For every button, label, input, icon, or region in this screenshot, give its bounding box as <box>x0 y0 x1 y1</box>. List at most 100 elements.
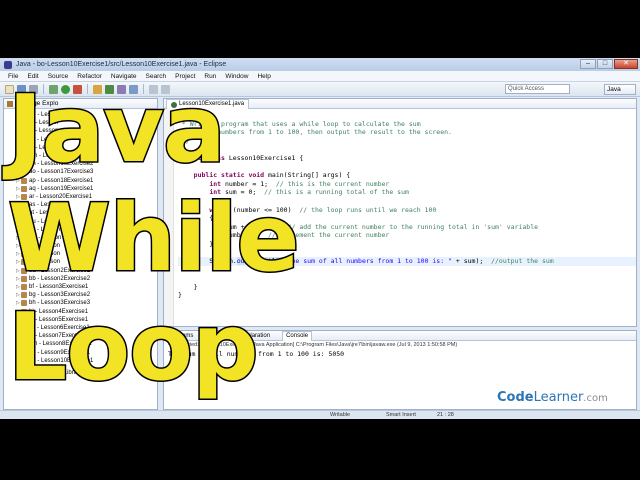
tree-item[interactable]: ▷ au - Lesson <box>16 217 157 225</box>
tree-item[interactable]: ▷ ak - Lesson <box>16 136 157 144</box>
project-folder-icon <box>21 300 27 307</box>
menu-source[interactable]: Source <box>48 73 69 80</box>
new-class-icon[interactable] <box>105 84 114 94</box>
tree-item[interactable]: ▷ ba - Lesson2Exercise1 <box>16 267 157 275</box>
tree-item[interactable]: ▷ am - Lesson <box>16 152 157 160</box>
save-icon[interactable] <box>17 84 26 94</box>
maximize-button[interactable]: □ <box>597 59 613 69</box>
code-line[interactable]: } <box>178 291 636 300</box>
code-line[interactable]: * Write a program that uses a while loop… <box>178 120 636 129</box>
code-line[interactable] <box>178 249 636 258</box>
menu-file[interactable]: File <box>8 73 18 80</box>
tree-item[interactable]: ▷ an - Lesson16Exercise2 <box>16 160 157 168</box>
code-line[interactable] <box>178 266 636 275</box>
menu-run[interactable]: Run <box>204 73 216 80</box>
menu-search[interactable]: Search <box>146 73 167 80</box>
menu-refactor[interactable]: Refactor <box>77 73 102 80</box>
tree-item[interactable]: ▷ aq - Lesson19Exercise1 <box>16 185 157 193</box>
menu-project[interactable]: Project <box>175 73 195 80</box>
tree-item[interactable]: ▷ al - Lesson <box>16 144 157 152</box>
code-line[interactable]: } <box>178 240 636 249</box>
tree-item[interactable]: ▷ ah - Lesson <box>16 111 157 119</box>
code-line[interactable]: sum += number; // add the current number… <box>178 223 636 232</box>
code-line[interactable]: * of the numbers from 1 to 100, then out… <box>178 128 636 137</box>
code-line[interactable] <box>178 274 636 283</box>
tree-item[interactable]: ▷ bg - Lesson3Exercise2 <box>16 291 157 299</box>
tree-item[interactable]: ▷ ax - Lesson <box>16 242 157 250</box>
tree-item[interactable]: ▷ ao - Lesson17Exercise3 <box>16 168 157 176</box>
tree-item[interactable]: ▷ av - Lesson <box>16 226 157 234</box>
package-explorer-tab[interactable]: Package Explo <box>4 99 157 109</box>
editor-tab[interactable]: Lesson10Exercise1.java <box>166 99 250 109</box>
open-type-icon[interactable] <box>117 84 126 94</box>
code-line[interactable]: public class Lesson10Exercise1 { <box>178 154 636 163</box>
tree-item[interactable]: ▷ ay - Lesson <box>16 250 157 258</box>
tree-item[interactable]: ▷ bj - Lesson5Exercise1 <box>16 316 157 324</box>
code-line[interactable]: number++; // increment the current numbe… <box>178 231 636 240</box>
console-output[interactable]: The sum of all numbers from 1 to 100 is:… <box>164 350 636 359</box>
tree-item[interactable]: ▷ bo - Lesson10Exercise1 <box>16 357 157 365</box>
eclipse-icon <box>4 60 12 69</box>
code-line[interactable]: System.out.println("The sum of all numbe… <box>178 257 636 266</box>
code-line[interactable] <box>178 163 636 172</box>
code-line[interactable]: int number = 1; // this is the current n… <box>178 180 636 189</box>
source-code[interactable]: /* * Write a program that uses a while l… <box>178 111 636 300</box>
code-token: out <box>236 257 249 266</box>
tab-declaration[interactable]: Declaration <box>240 333 270 339</box>
minimize-button[interactable]: – <box>580 59 596 69</box>
tab-console[interactable]: Console <box>282 331 313 341</box>
menu-help[interactable]: Help <box>257 73 270 80</box>
menu-navigate[interactable]: Navigate <box>111 73 137 80</box>
tree-item[interactable]: ▷ aw - Lesson <box>16 234 157 242</box>
tab-javadoc[interactable]: Javadoc <box>205 333 227 339</box>
menu-window[interactable]: Window <box>225 73 248 80</box>
menu-bar: File Edit Source Refactor Navigate Search Proj… <box>0 71 640 82</box>
java-perspective-button[interactable]: Java <box>604 84 636 95</box>
debug-icon[interactable] <box>49 84 58 94</box>
tree-item[interactable]: ▷ bi - Lesson4Exercise1 <box>16 308 157 316</box>
code-token: while <box>209 205 233 214</box>
new-package-icon[interactable] <box>93 84 102 94</box>
external-tools-icon[interactable] <box>73 84 82 94</box>
search-icon[interactable] <box>129 84 138 94</box>
quick-access-input[interactable]: Quick Access <box>505 84 570 94</box>
tree-item[interactable]: ▷ as - Lesson <box>16 201 157 209</box>
editor-body[interactable]: /* * Write a program that uses a while l… <box>164 109 636 326</box>
tree-item[interactable]: ▷ ap - Lesson18Exercise1 <box>16 177 157 185</box>
code-line[interactable]: public static void main(String[] args) { <box>178 171 636 180</box>
tab-problems[interactable]: Problems <box>168 333 193 339</box>
tree-item[interactable]: ▷ at - Lesson <box>16 209 157 217</box>
back-icon[interactable] <box>149 84 158 94</box>
tree-item[interactable]: ▷ az - Lesson <box>16 258 157 266</box>
project-folder-icon <box>21 128 27 135</box>
code-line[interactable] <box>178 145 636 154</box>
menu-edit[interactable]: Edit <box>27 73 38 80</box>
tree-item[interactable]: ▷ bb - Lesson2Exercise2 <box>16 275 157 283</box>
tree-item[interactable]: ▷ bh - Lesson3Exercise3 <box>16 299 157 307</box>
new-icon[interactable] <box>5 84 14 94</box>
code-line[interactable]: while (number <= 100) // the loop runs u… <box>178 205 636 215</box>
code-line[interactable]: { <box>178 214 636 223</box>
jre-library-item[interactable]: ▷ JRE System Library [JavaSE-1.7] <box>16 369 157 377</box>
tree-item[interactable]: ▷ bn - Lesson9Exercise1 <box>16 348 157 356</box>
project-folder-icon <box>21 275 27 282</box>
tree-item[interactable]: ▷ ai - Lesson <box>16 119 157 127</box>
tree-item[interactable]: ▷ bm - Lesson8Exercise1 <box>16 340 157 348</box>
tree-item[interactable]: ▷ aj - Lesson <box>16 127 157 135</box>
close-button[interactable]: ✕ <box>614 59 638 69</box>
tree-item[interactable]: ▷ ar - Lesson20Exercise1 <box>16 193 157 201</box>
tree-item[interactable]: ▷ bf - Lesson3Exercise1 <box>16 283 157 291</box>
project-folder-icon <box>21 193 27 200</box>
tree-item-label: bl - Lesson7Exercise1 <box>29 333 89 340</box>
print-icon[interactable] <box>29 84 38 94</box>
tree-item[interactable]: ▷ bl - Lesson7Exercise1 <box>16 332 157 340</box>
code-line[interactable]: } <box>178 283 636 292</box>
code-line[interactable] <box>178 197 636 206</box>
run-icon[interactable] <box>61 84 70 94</box>
toolbar-separator <box>143 84 144 94</box>
forward-icon[interactable] <box>161 84 170 94</box>
tree-item[interactable]: ▷ bk - Lesson6Exercise1 <box>16 324 157 332</box>
code-line[interactable]: */ <box>178 137 636 146</box>
code-line[interactable]: int sum = 0; // this is a running total … <box>178 188 636 197</box>
code-line[interactable]: /* <box>178 111 636 120</box>
